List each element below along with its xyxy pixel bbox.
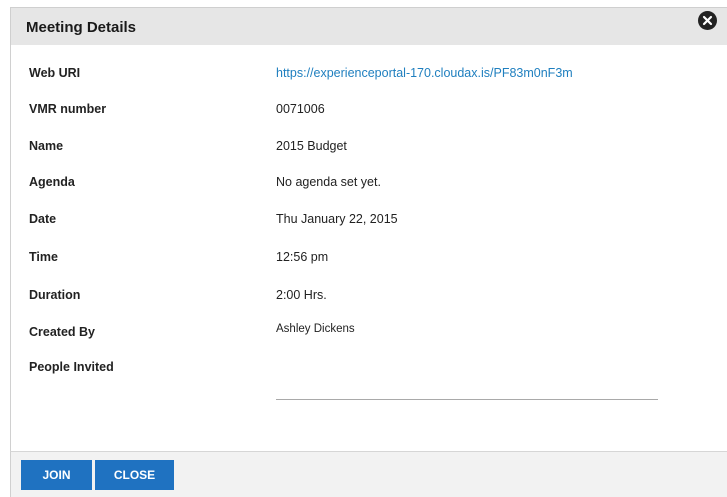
close-circle-icon[interactable] [698,11,717,30]
agenda-label: Agenda [29,175,75,189]
name-label: Name [29,139,64,153]
duration-value: 2:00 Hrs. [276,288,327,302]
dialog-header: Meeting Details [10,7,727,45]
web-uri-link[interactable]: https://experienceportal-170.cloudax.is/… [276,66,573,80]
created-by-value: Ashley Dickens [276,323,355,335]
date-label: Date [29,212,57,226]
time-label: Time [29,250,58,264]
vmr-number-value: 0071006 [276,102,325,116]
people-invited-divider [276,399,658,400]
date-value: Thu January 22, 2015 [276,212,398,226]
dialog-body [10,45,727,452]
name-value: 2015 Budget [276,139,347,153]
created-by-label: Created By [29,325,95,339]
meeting-details-dialog: Meeting Details Web URI https://experien… [0,0,727,497]
web-uri-label: Web URI [29,66,81,80]
join-button[interactable]: JOIN [21,460,92,490]
agenda-value: No agenda set yet. [276,175,381,189]
dialog-title: Meeting Details [26,19,137,36]
duration-label: Duration [29,288,81,302]
dialog-footer: JOIN CLOSE [10,451,727,497]
time-value: 12:56 pm [276,250,329,264]
vmr-number-label: VMR number [29,102,107,116]
close-button[interactable]: CLOSE [95,460,174,490]
people-invited-label: People Invited [29,360,114,374]
